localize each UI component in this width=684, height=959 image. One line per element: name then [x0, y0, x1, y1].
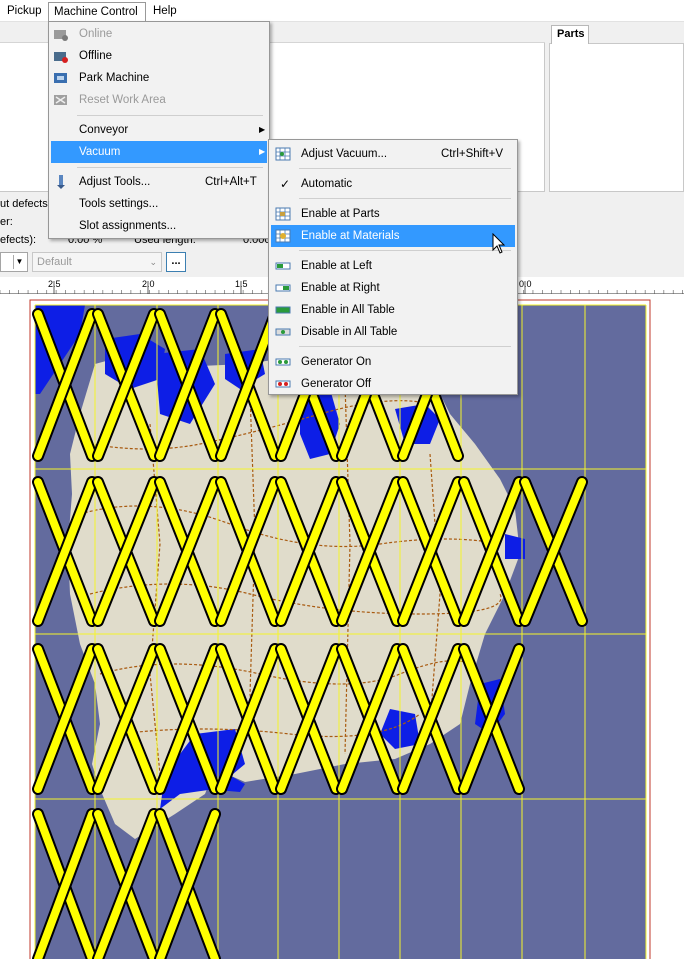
submenu-arrow-icon: ▶ [259, 147, 266, 156]
enable-right-icon [275, 284, 291, 292]
menu-separator [299, 346, 511, 347]
chevron-down-icon: ⌄ [149, 257, 157, 267]
browse-button[interactable]: ... [166, 252, 186, 272]
info-label-defects: ut defects) [0, 198, 52, 210]
menu-help[interactable]: Help [148, 2, 182, 21]
enable-all-icon [275, 306, 291, 314]
generator-off-icon [275, 380, 291, 388]
mouse-pointer-icon [492, 233, 506, 254]
menu-item-tools-settings[interactable]: Tools settings... [51, 193, 267, 215]
profile-select[interactable]: Default ⌄ [32, 252, 162, 272]
info-label-number: er: [0, 216, 13, 228]
menu-item-adjust-vacuum-shortcut: Ctrl+Shift+V [441, 148, 503, 160]
menu-item-tools-settings-label: Tools settings... [79, 198, 159, 210]
menu-separator [299, 198, 511, 199]
menu-item-enable-at-materials-label: Enable at Materials [301, 230, 400, 242]
enable-materials-icon [275, 229, 291, 243]
checkmark-icon: ✓ [280, 177, 291, 191]
menu-item-reset-work-area-label: Reset Work Area [79, 94, 166, 106]
menu-item-enable-at-right[interactable]: Enable at Right [271, 277, 515, 299]
profile-select-value: Default [37, 256, 72, 268]
vacuum-submenu: Adjust Vacuum... Ctrl+Shift+V ✓ Automati… [268, 139, 518, 395]
menu-item-park-machine-label: Park Machine [79, 72, 150, 84]
disable-all-icon [275, 328, 291, 336]
menu-item-offline-label: Offline [79, 50, 113, 62]
chevron-down-icon: ▼ [13, 255, 25, 269]
menu-item-generator-off-label: Generator Off [301, 378, 372, 390]
menu-item-disable-all-table-label: Disable in All Table [301, 326, 398, 338]
menu-item-enable-at-materials[interactable]: Enable at Materials [271, 225, 515, 247]
menu-item-park-machine[interactable]: Park Machine [51, 67, 267, 89]
machine-control-menu: Online Offline Park Machine Reset Work A… [48, 21, 270, 239]
menu-item-vacuum[interactable]: Vacuum ▶ [51, 141, 267, 163]
menu-item-enable-at-left[interactable]: Enable at Left [271, 255, 515, 277]
menu-bar: Pickup Machine Control Help [0, 0, 684, 22]
menu-separator [77, 167, 263, 168]
menu-item-generator-on-label: Generator On [301, 356, 372, 368]
menu-item-automatic[interactable]: ✓ Automatic [271, 173, 515, 195]
menu-item-conveyor[interactable]: Conveyor ▶ [51, 119, 267, 141]
menu-item-enable-at-parts[interactable]: Enable at Parts [271, 203, 515, 225]
menu-item-online-label: Online [79, 28, 113, 40]
application-window: Pickup Machine Control Help Parts ut def… [0, 0, 684, 959]
generator-on-icon [275, 358, 291, 366]
adjust-tools-icon [57, 175, 65, 189]
menu-item-conveyor-label: Conveyor [79, 124, 129, 136]
menu-item-disable-all-table[interactable]: Disable in All Table [271, 321, 515, 343]
adjust-vacuum-icon [275, 147, 291, 161]
menu-item-enable-at-left-label: Enable at Left [301, 260, 372, 272]
menu-item-enable-all-table-label: Enable in All Table [301, 304, 395, 316]
view-combo[interactable]: ▼ [0, 252, 28, 272]
menu-item-slot-assignments-label: Slot assignments... [79, 220, 177, 232]
menu-separator [299, 250, 511, 251]
menu-item-adjust-tools-shortcut: Ctrl+Alt+T [205, 176, 257, 188]
submenu-arrow-icon: ▶ [259, 125, 266, 134]
enable-parts-icon [275, 207, 291, 221]
menu-item-generator-on[interactable]: Generator On [271, 351, 515, 373]
menu-item-generator-off[interactable]: Generator Off [271, 373, 515, 395]
menu-item-offline[interactable]: Offline [51, 45, 267, 67]
menu-separator [299, 168, 511, 169]
menu-machine-control[interactable]: Machine Control [48, 2, 146, 21]
enable-left-icon [275, 262, 291, 270]
menu-item-online[interactable]: Online [51, 23, 267, 45]
tab-parts[interactable]: Parts [551, 25, 589, 44]
menu-item-adjust-vacuum[interactable]: Adjust Vacuum... Ctrl+Shift+V [271, 143, 515, 165]
menu-item-reset-work-area[interactable]: Reset Work Area [51, 89, 267, 111]
info-label-defects-pct: efects): [0, 234, 37, 246]
online-icon [54, 30, 68, 41]
menu-item-slot-assignments[interactable]: Slot assignments... [51, 215, 267, 237]
menu-item-automatic-label: Automatic [301, 178, 353, 190]
offline-icon [54, 52, 68, 63]
menu-item-enable-at-right-label: Enable at Right [301, 282, 380, 294]
parts-pane[interactable] [549, 43, 684, 192]
menu-item-enable-all-table[interactable]: Enable in All Table [271, 299, 515, 321]
menu-pickup[interactable]: Pickup [2, 2, 47, 21]
reset-work-area-icon [54, 95, 67, 105]
menu-item-enable-at-parts-label: Enable at Parts [301, 208, 380, 220]
menu-item-vacuum-label: Vacuum [79, 146, 121, 158]
menu-item-adjust-vacuum-label: Adjust Vacuum... [301, 148, 388, 160]
menu-item-adjust-tools-label: Adjust Tools... [79, 176, 151, 188]
park-machine-icon [54, 73, 67, 83]
menu-item-adjust-tools[interactable]: Adjust Tools... Ctrl+Alt+T [51, 171, 267, 193]
menu-separator [77, 115, 263, 116]
